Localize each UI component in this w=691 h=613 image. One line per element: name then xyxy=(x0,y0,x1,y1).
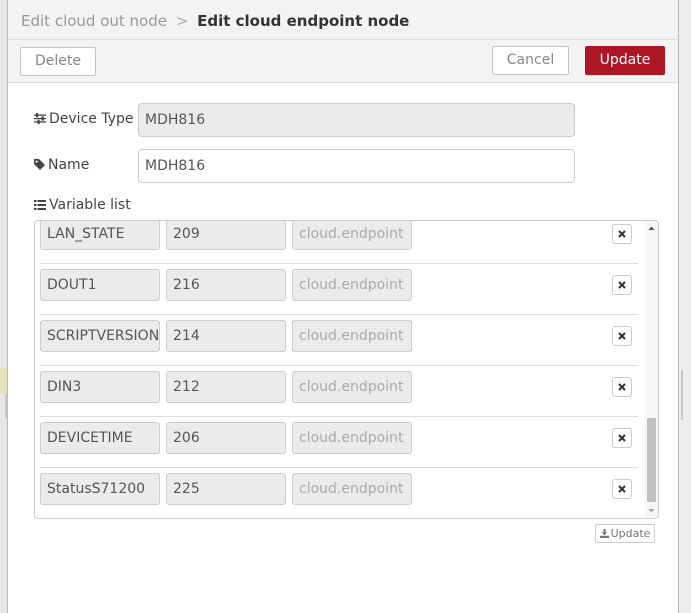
variable-row: DIN3 212 cloud.endpoint xyxy=(40,366,638,417)
scrollbar-thumb[interactable] xyxy=(647,418,656,502)
variable-row: SCRIPTVERSION 214 cloud.endpoint xyxy=(40,315,638,366)
update-button[interactable]: Update xyxy=(585,46,665,75)
variable-row: LAN_STATE 209 cloud.endpoint xyxy=(40,221,638,264)
list-update-label: Update xyxy=(610,527,651,540)
variable-id-field: 216 xyxy=(166,269,286,301)
list-icon xyxy=(34,200,46,210)
device-type-label: Device Type xyxy=(34,111,134,127)
variable-row: DOUT1 216 cloud.endpoint xyxy=(40,264,638,315)
variable-id-field: 225 xyxy=(166,473,286,505)
variable-id-field: 214 xyxy=(166,320,286,352)
variable-list-scrollbar[interactable] xyxy=(645,221,658,518)
remove-variable-button[interactable] xyxy=(612,224,632,244)
variable-row: StatusS71200 225 cloud.endpoint xyxy=(40,468,638,518)
close-icon xyxy=(618,230,626,238)
edit-dialog-tray: Edit cloud out node > Edit cloud endpoin… xyxy=(7,0,679,613)
device-type-field: MDH816 xyxy=(138,103,575,137)
variable-list-label: Variable list xyxy=(34,197,131,213)
variable-list-label-text: Variable list xyxy=(49,197,131,213)
name-label-text: Name xyxy=(48,157,90,173)
variable-name-field: StatusS71200 xyxy=(40,473,160,505)
variable-id-field: 209 xyxy=(166,221,286,250)
background-workspace-right xyxy=(679,0,691,613)
close-icon xyxy=(618,281,626,289)
remove-variable-button[interactable] xyxy=(612,479,632,499)
close-icon xyxy=(618,434,626,442)
variable-target-field[interactable]: cloud.endpoint xyxy=(292,320,412,352)
breadcrumb: Edit cloud out node > Edit cloud endpoin… xyxy=(21,12,409,30)
variable-id-field: 206 xyxy=(166,422,286,454)
variable-target-field[interactable]: cloud.endpoint xyxy=(292,473,412,505)
variable-name-field: DIN3 xyxy=(40,371,160,403)
close-icon xyxy=(618,332,626,340)
breadcrumb-parent-link[interactable]: Edit cloud out node xyxy=(21,12,167,30)
tray-toolbar: Delete Cancel Update xyxy=(8,40,678,83)
variable-target-field[interactable]: cloud.endpoint xyxy=(292,269,412,301)
workspace-node-fragment xyxy=(0,368,7,394)
scroll-down-arrow-icon[interactable] xyxy=(645,506,658,516)
variable-target-field[interactable]: cloud.endpoint xyxy=(292,371,412,403)
variable-target-field[interactable]: cloud.endpoint xyxy=(292,422,412,454)
breadcrumb-separator: > xyxy=(175,12,189,30)
device-type-label-text: Device Type xyxy=(49,111,134,127)
workspace-scroll-fragment xyxy=(681,370,683,420)
remove-variable-button[interactable] xyxy=(612,326,632,346)
variable-name-field: DEVICETIME xyxy=(40,422,160,454)
background-workspace-left xyxy=(0,0,7,613)
tag-icon xyxy=(34,159,45,170)
variable-row: DEVICETIME 206 cloud.endpoint xyxy=(40,417,638,468)
remove-variable-button[interactable] xyxy=(612,428,632,448)
variable-name-field: LAN_STATE xyxy=(40,221,160,250)
delete-button[interactable]: Delete xyxy=(20,47,96,76)
variable-name-field: DOUT1 xyxy=(40,269,160,301)
variable-target-field[interactable]: cloud.endpoint xyxy=(292,221,412,250)
remove-variable-button[interactable] xyxy=(612,275,632,295)
scroll-up-arrow-icon[interactable] xyxy=(645,223,658,233)
sliders-icon xyxy=(34,113,46,124)
breadcrumb-current: Edit cloud endpoint node xyxy=(197,12,410,30)
variable-list-container[interactable]: LAN_STATE 209 cloud.endpoint DOUT1 216 cloud.… xyxy=(34,220,659,519)
list-update-button[interactable]: Update xyxy=(595,524,655,543)
name-label: Name xyxy=(34,157,89,173)
cancel-button[interactable]: Cancel xyxy=(492,46,569,75)
variable-name-field: SCRIPTVERSION xyxy=(40,320,160,352)
remove-variable-button[interactable] xyxy=(612,377,632,397)
variable-id-field: 212 xyxy=(166,371,286,403)
close-icon xyxy=(618,485,626,493)
name-input[interactable]: MDH816 xyxy=(138,149,575,183)
tray-header: Edit cloud out node > Edit cloud endpoin… xyxy=(8,0,678,40)
close-icon xyxy=(618,383,626,391)
download-icon xyxy=(599,529,609,538)
